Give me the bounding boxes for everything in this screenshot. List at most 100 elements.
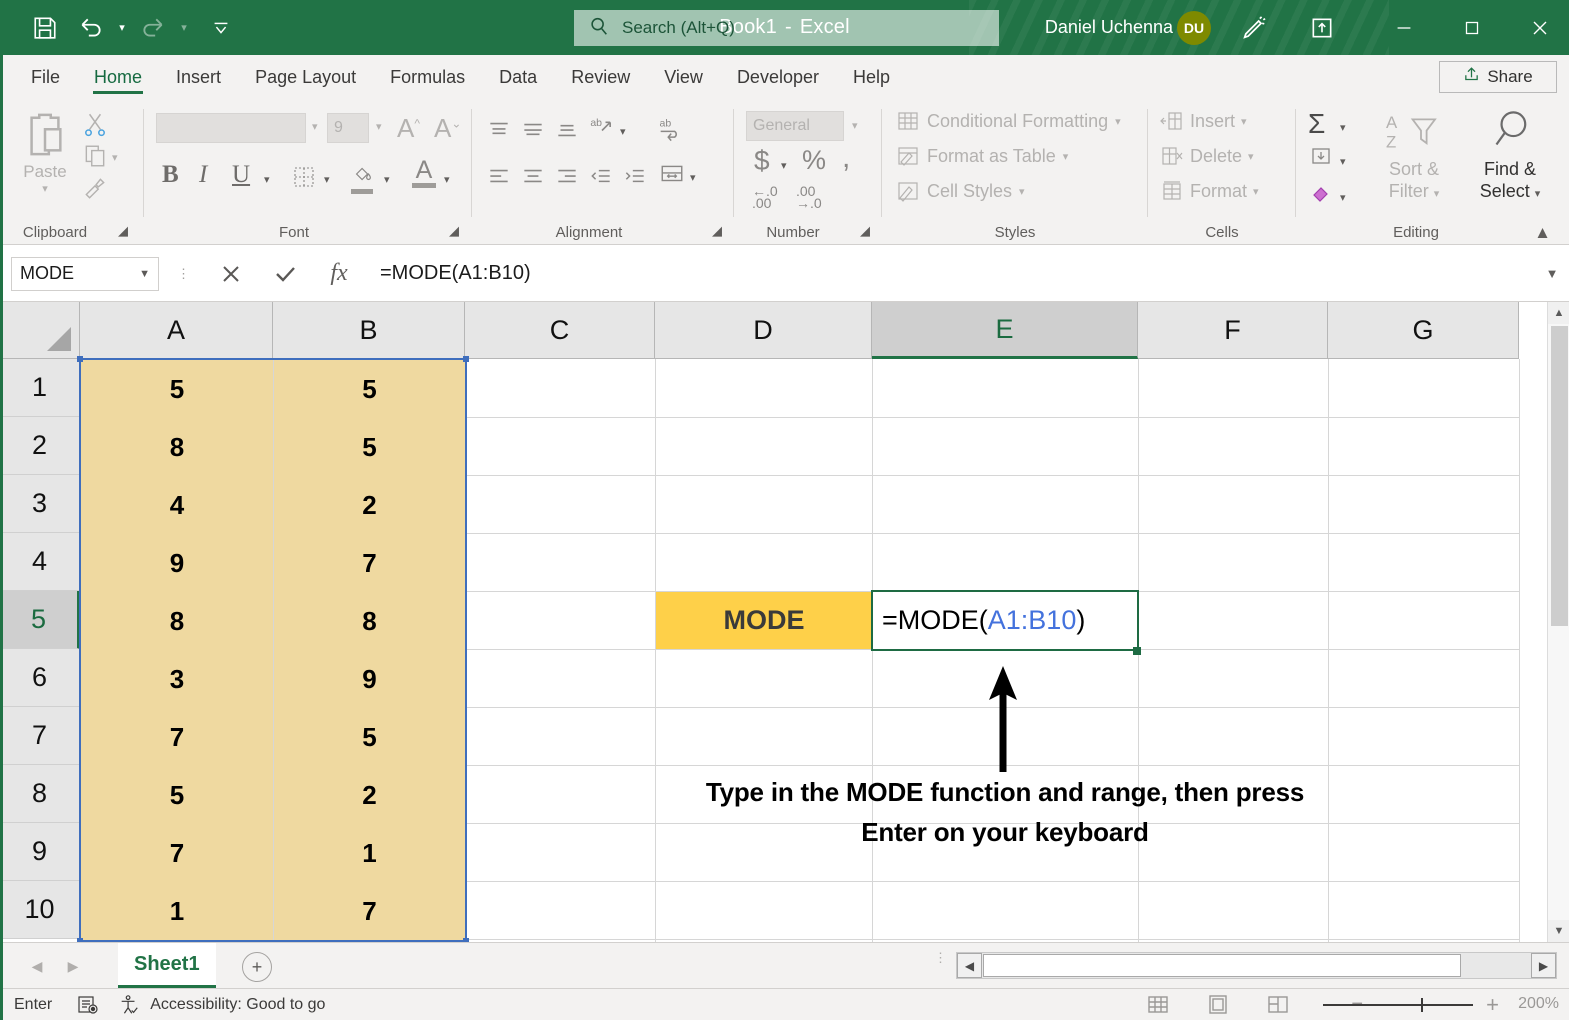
- autosum-button[interactable]: Σ: [1308, 110, 1325, 138]
- avatar[interactable]: DU: [1177, 11, 1211, 45]
- save-icon[interactable]: [22, 6, 68, 50]
- increase-decimal-button[interactable]: ←.0.00: [752, 184, 778, 210]
- scroll-up-button[interactable]: ▲: [1548, 302, 1569, 324]
- format-cells-button[interactable]: Format ▾: [1160, 179, 1259, 203]
- merge-and-center-button[interactable]: [658, 161, 686, 192]
- pen-icon[interactable]: [1231, 0, 1277, 55]
- number-format-chevron-down-icon[interactable]: ▾: [852, 119, 858, 132]
- middle-align-button[interactable]: [518, 117, 548, 148]
- collapse-ribbon-button[interactable]: ▲: [1534, 223, 1551, 243]
- user-name[interactable]: Daniel Uchenna: [1045, 0, 1173, 55]
- row-header-10[interactable]: 10: [0, 881, 80, 939]
- row-header-1[interactable]: 1: [0, 359, 80, 417]
- previous-sheet-icon[interactable]: ◀: [22, 953, 52, 979]
- tab-formulas[interactable]: Formulas: [373, 55, 482, 99]
- copy-chevron-down-icon[interactable]: ▾: [112, 151, 118, 164]
- tab-developer[interactable]: Developer: [720, 55, 836, 99]
- add-sheet-button[interactable]: +: [242, 952, 272, 982]
- formula-input[interactable]: =MODE(A1:B10): [366, 256, 1535, 292]
- copy-button[interactable]: [82, 143, 108, 174]
- italic-button[interactable]: I: [199, 161, 207, 189]
- alignment-dialog-launcher[interactable]: ◢: [712, 223, 722, 239]
- clear-button[interactable]: [1308, 181, 1334, 210]
- row-header-6[interactable]: 6: [0, 649, 80, 707]
- bottom-align-button[interactable]: [552, 117, 582, 148]
- column-header-g[interactable]: G: [1328, 302, 1519, 359]
- cancel-formula-icon[interactable]: [204, 256, 258, 292]
- top-align-button[interactable]: [484, 117, 514, 148]
- format-as-table-button[interactable]: Format as Table ▾: [896, 144, 1068, 168]
- orientation-chevron-down-icon[interactable]: ▾: [620, 125, 626, 138]
- tab-home[interactable]: Home: [77, 55, 159, 99]
- minimize-button[interactable]: [1381, 0, 1427, 55]
- borders-button[interactable]: [292, 165, 316, 194]
- column-header-d[interactable]: D: [655, 302, 872, 359]
- font-name-input[interactable]: [156, 113, 306, 143]
- column-header-f[interactable]: F: [1138, 302, 1328, 359]
- paste-button[interactable]: Paste ▾: [14, 109, 76, 195]
- font-size-input[interactable]: 9: [327, 113, 369, 143]
- align-left-button[interactable]: [484, 163, 514, 194]
- maximize-button[interactable]: [1449, 0, 1495, 55]
- column-header-a[interactable]: A: [80, 302, 273, 359]
- accounting-chevron-down-icon[interactable]: ▾: [781, 159, 787, 172]
- format-chevron-down-icon[interactable]: ▾: [1253, 185, 1259, 198]
- conditional-formatting-button[interactable]: Conditional Formatting ▾: [896, 109, 1121, 133]
- record-macro-icon[interactable]: [76, 993, 100, 1017]
- undo-chevron-down-icon[interactable]: ▾: [114, 6, 130, 50]
- find-select-chevron-down-icon[interactable]: ▾: [1535, 188, 1541, 200]
- row-header-3[interactable]: 3: [0, 475, 80, 533]
- tab-help[interactable]: Help: [836, 55, 907, 99]
- delete-chevron-down-icon[interactable]: ▾: [1248, 150, 1254, 163]
- align-right-button[interactable]: [552, 163, 582, 194]
- horizontal-scroll-thumb[interactable]: [983, 954, 1461, 977]
- row-header-8[interactable]: 8: [0, 765, 80, 823]
- redo-icon[interactable]: [130, 6, 176, 50]
- font-color-chevron-down-icon[interactable]: ▾: [444, 173, 450, 186]
- decrease-decimal-button[interactable]: .00 →.0: [796, 184, 822, 210]
- cell-d5[interactable]: MODE: [656, 592, 872, 649]
- zoom-slider-track[interactable]: [1323, 1004, 1473, 1006]
- merge-chevron-down-icon[interactable]: ▾: [690, 171, 696, 184]
- paste-chevron-down-icon[interactable]: ▾: [14, 182, 76, 195]
- next-sheet-icon[interactable]: ▶: [58, 953, 88, 979]
- decrease-font-size-button[interactable]: A⌄: [434, 113, 461, 144]
- fill-color-chevron-down-icon[interactable]: ▾: [384, 173, 390, 186]
- cell-styles-chevron-down-icon[interactable]: ▾: [1019, 185, 1025, 198]
- delete-cells-button[interactable]: Delete ▾: [1160, 144, 1254, 168]
- name-box[interactable]: MODE ▼: [11, 256, 159, 291]
- decrease-indent-button[interactable]: [587, 163, 615, 194]
- customize-quick-access-icon[interactable]: [198, 6, 244, 50]
- fill-button[interactable]: [1308, 145, 1334, 174]
- undo-icon[interactable]: [68, 6, 114, 50]
- tab-view[interactable]: View: [647, 55, 720, 99]
- scroll-down-button[interactable]: ▼: [1548, 920, 1569, 942]
- cut-button[interactable]: [82, 111, 108, 142]
- sheet-tab-sheet1[interactable]: Sheet1: [118, 943, 216, 988]
- select-all-button[interactable]: [0, 302, 80, 359]
- increase-font-size-button[interactable]: A^: [397, 113, 420, 144]
- sort-filter-chevron-down-icon[interactable]: ▾: [1434, 188, 1440, 200]
- comma-style-button[interactable]: ,: [842, 141, 850, 175]
- tab-insert[interactable]: Insert: [159, 55, 238, 99]
- column-header-b[interactable]: B: [273, 302, 465, 359]
- accessibility-icon[interactable]: [118, 993, 140, 1017]
- tab-review[interactable]: Review: [554, 55, 647, 99]
- percent-style-button[interactable]: %: [802, 145, 826, 176]
- row-header-4[interactable]: 4: [0, 533, 80, 591]
- tab-page-layout[interactable]: Page Layout: [238, 55, 373, 99]
- find-and-select-button[interactable]: Find & Select ▾: [1462, 109, 1558, 205]
- expand-formula-bar-icon[interactable]: ▼: [1535, 256, 1569, 292]
- font-dialog-launcher[interactable]: ◢: [449, 223, 459, 239]
- sort-and-filter-button[interactable]: A Z Sort & Filter ▾: [1368, 111, 1460, 205]
- zoom-slider-knob[interactable]: [1421, 998, 1423, 1012]
- row-header-5[interactable]: 5: [0, 591, 80, 649]
- cell-e5-active[interactable]: =MODE(A1:B10): [871, 590, 1139, 651]
- fill-color-button[interactable]: [351, 163, 375, 194]
- view-page-break-button[interactable]: [1261, 991, 1295, 1019]
- font-size-chevron-down-icon[interactable]: ▾: [376, 120, 382, 133]
- fill-handle[interactable]: [1133, 647, 1141, 655]
- vertical-scrollbar[interactable]: ▲ ▼: [1547, 302, 1569, 942]
- insert-cells-button[interactable]: Insert ▾: [1160, 109, 1247, 133]
- insert-chevron-down-icon[interactable]: ▾: [1241, 115, 1247, 128]
